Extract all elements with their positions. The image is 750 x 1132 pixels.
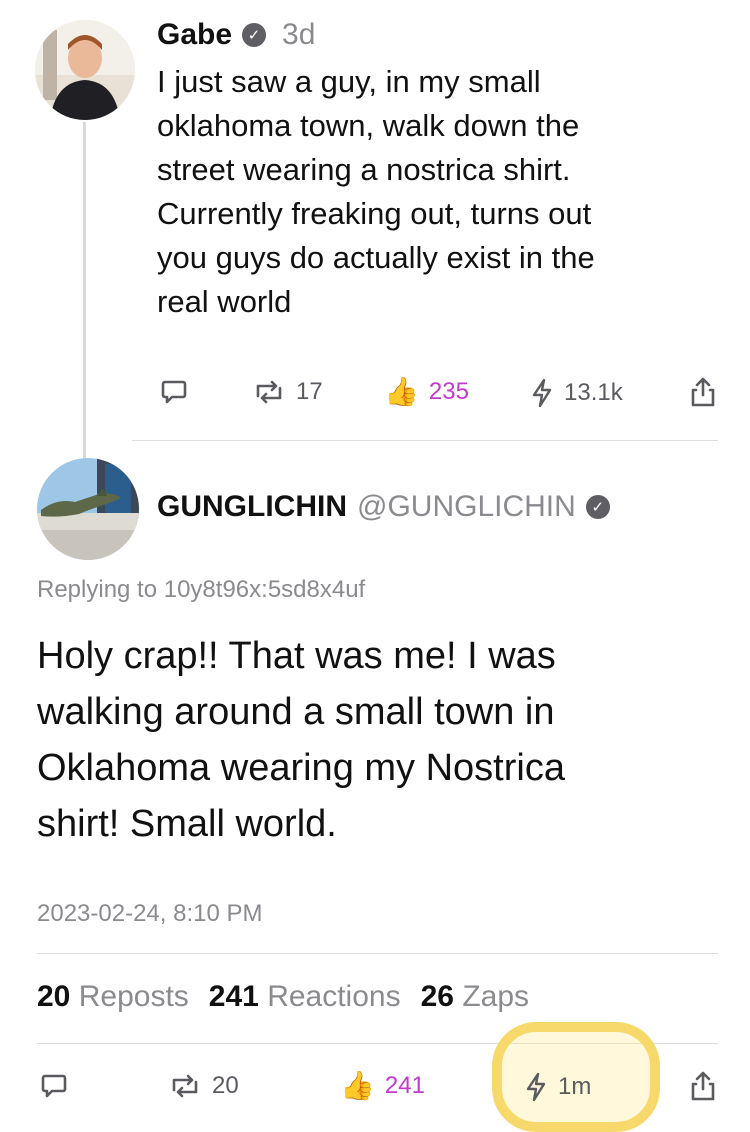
reaction-button[interactable]: 👍 235	[384, 378, 469, 406]
repost-button[interactable]: 20	[168, 1072, 239, 1100]
author-name[interactable]: Gabe	[157, 18, 232, 52]
thumbs-up-icon: 👍	[384, 376, 419, 407]
author-name[interactable]: GUNGLICHIN	[157, 490, 347, 524]
zap-button[interactable]: 13.1k	[530, 378, 623, 408]
repost-button[interactable]: 17	[252, 378, 323, 406]
text-line: street wearing a nostrica shirt.	[157, 152, 571, 187]
post-timestamp: 2023-02-24, 8:10 PM	[37, 900, 263, 927]
reaction-count: 235	[428, 378, 469, 405]
avatar-gunglichin[interactable]	[37, 458, 139, 560]
share-icon	[691, 377, 715, 407]
share-button[interactable]	[690, 376, 716, 408]
repost-icon	[172, 1074, 198, 1098]
replying-to[interactable]: Replying to 10y8t96x:5sd8x4uf	[37, 576, 365, 604]
reposts-stat[interactable]: 20 Reposts	[37, 980, 189, 1014]
text-line: Oklahoma wearing my Nostrica	[37, 747, 565, 789]
divider	[132, 440, 718, 441]
reaction-count: 241	[384, 1072, 425, 1099]
text-line: walking around a small town in	[37, 691, 555, 733]
text-line: Holy crap!! That was me! I was	[37, 635, 556, 677]
reply-icon	[41, 1074, 67, 1098]
text-line: oklahoma town, walk down the	[157, 108, 580, 143]
text-line: I just saw a guy, in my small	[157, 64, 541, 99]
post-time: 3d	[282, 18, 316, 51]
lightning-icon	[532, 378, 552, 408]
lightning-icon	[526, 1072, 546, 1102]
thread-line	[83, 122, 86, 462]
reply-button[interactable]	[160, 378, 188, 406]
share-button[interactable]	[690, 1070, 716, 1102]
text-line: Currently freaking out, turns out	[157, 196, 592, 231]
avatar-gabe[interactable]	[35, 20, 135, 120]
zap-amount: 13.1k	[564, 379, 623, 406]
reaction-button[interactable]: 👍 241	[340, 1072, 425, 1100]
text-line: shirt! Small world.	[37, 803, 337, 845]
divider	[37, 953, 718, 954]
zaps-stat[interactable]: 26 Zaps	[421, 980, 529, 1014]
verified-icon: ✓	[585, 495, 610, 519]
author-handle[interactable]: @GUNGLICHIN	[357, 490, 576, 524]
zap-amount: 1m	[558, 1073, 592, 1100]
text-line: real world	[157, 284, 292, 319]
repost-icon	[256, 380, 282, 404]
stats-row: 20 Reposts 241 Reactions 26 Zaps	[37, 980, 529, 1014]
text-line: you guys do actually exist in the	[157, 240, 595, 275]
reply-button[interactable]	[40, 1072, 68, 1100]
reply-icon	[161, 380, 187, 404]
post-text: I just saw a guy, in my small oklahoma t…	[157, 60, 717, 324]
zap-button[interactable]: 1m	[524, 1072, 591, 1102]
repost-count: 17	[296, 378, 323, 405]
reactions-stat[interactable]: 241 Reactions	[209, 980, 401, 1014]
post-text: Holy crap!! That was me! I was walking a…	[37, 628, 727, 852]
verified-icon: ✓	[242, 23, 267, 47]
share-icon	[691, 1071, 715, 1101]
thumbs-up-icon: 👍	[340, 1070, 375, 1101]
repost-count: 20	[212, 1072, 239, 1099]
